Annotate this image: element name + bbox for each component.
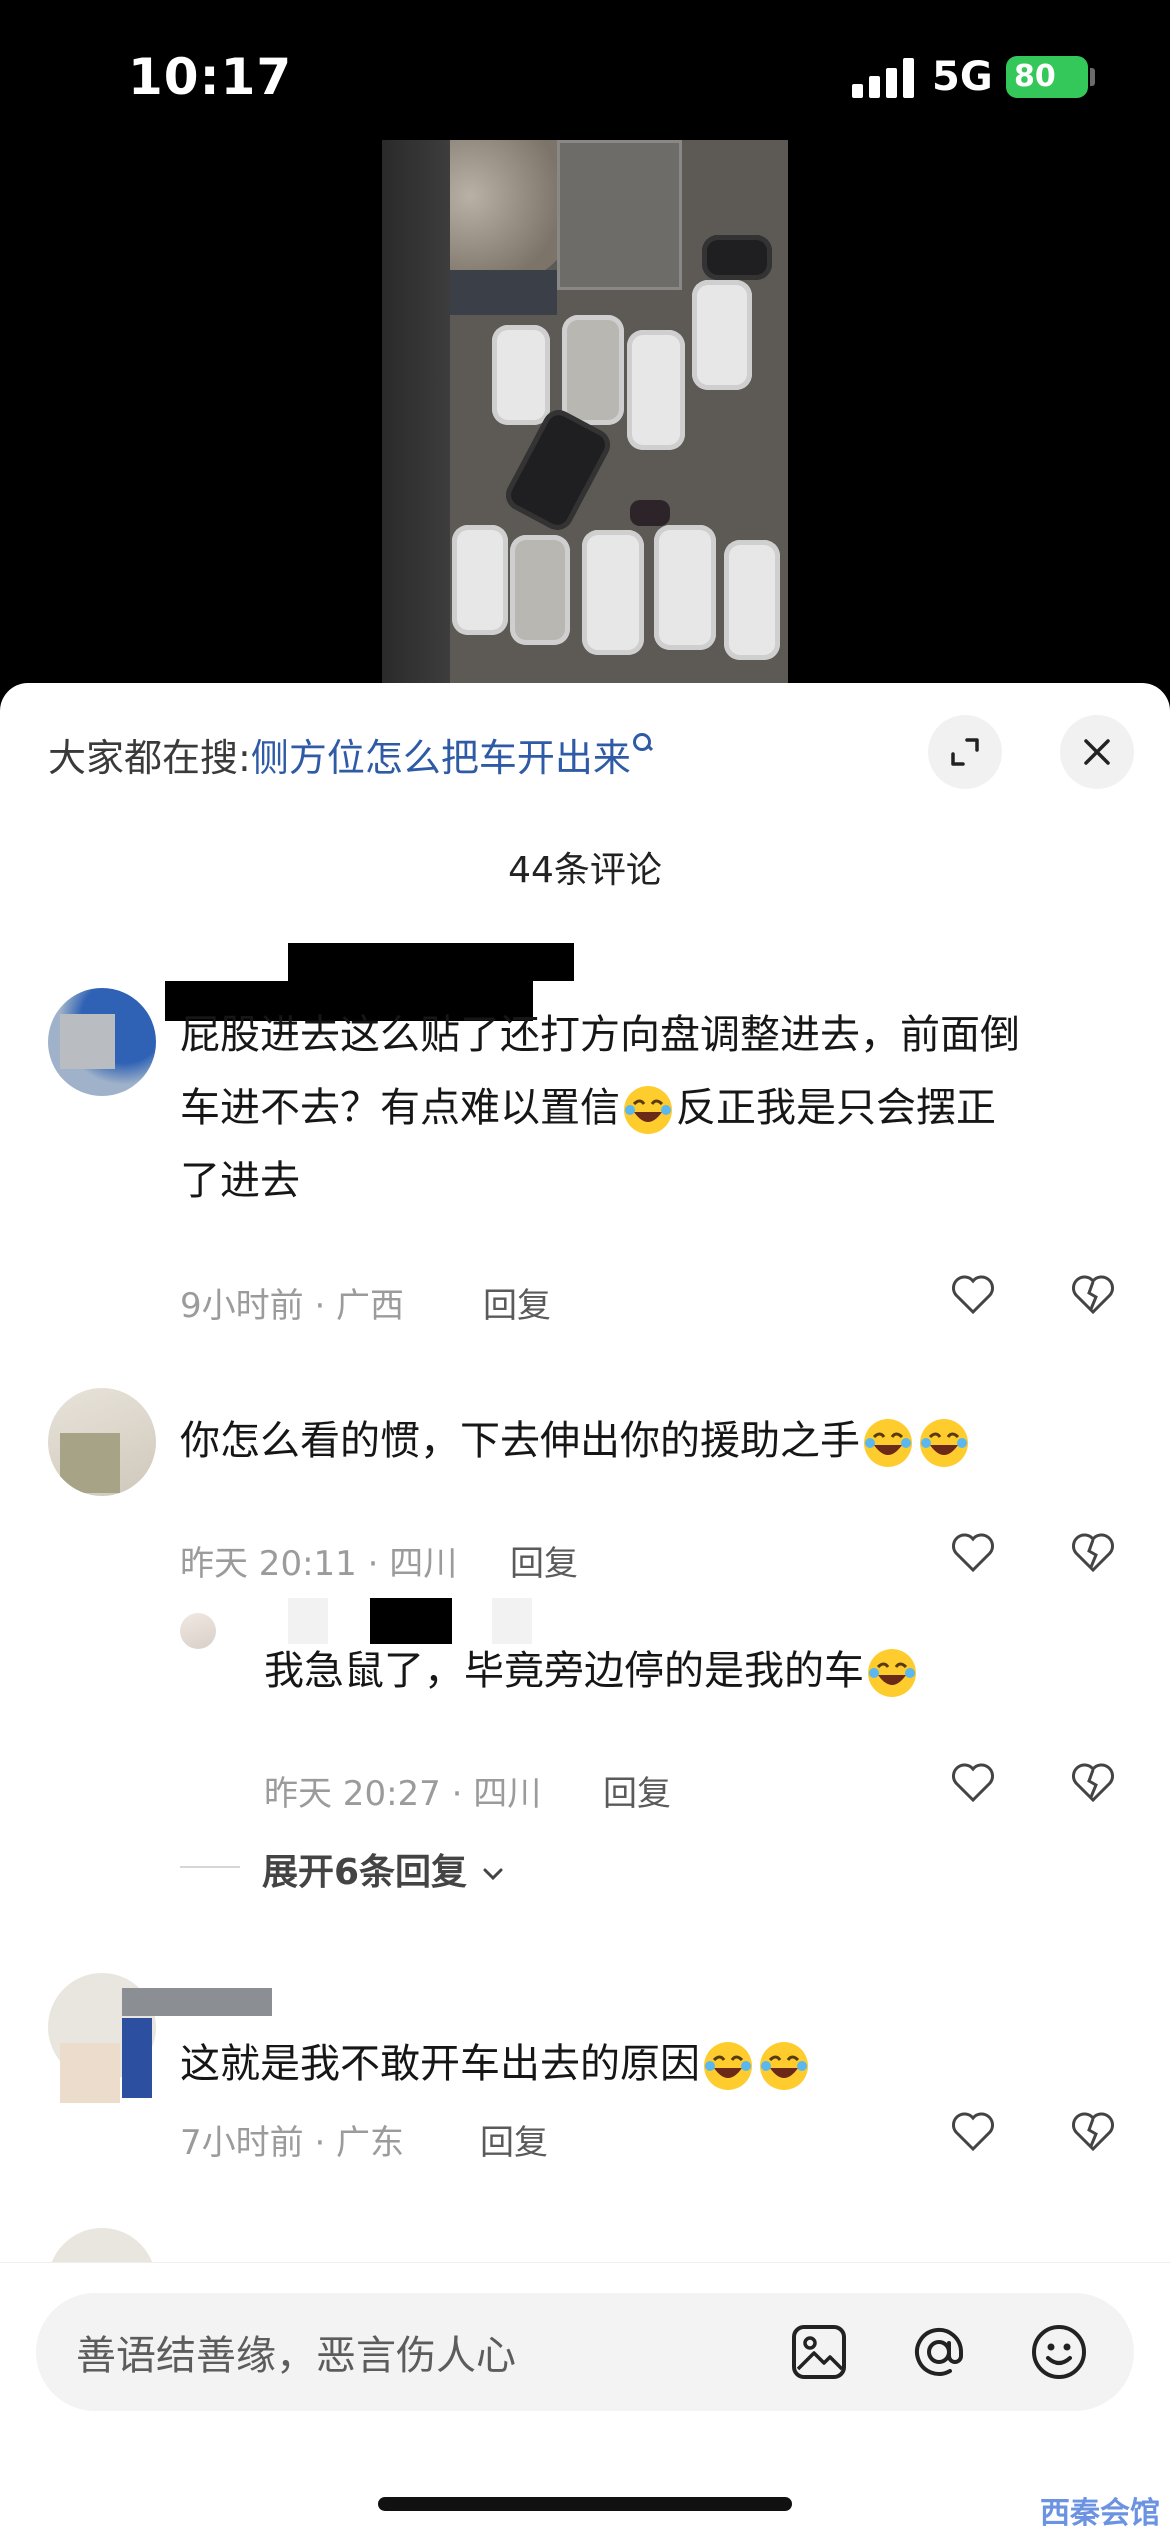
video-player[interactable] [382, 140, 788, 685]
image-icon[interactable] [788, 2321, 850, 2383]
close-icon [1084, 739, 1110, 765]
expand-replies-button[interactable]: 展开6条回复 [262, 1843, 506, 1895]
heart-icon[interactable] [948, 1269, 998, 1319]
close-button[interactable] [1060, 715, 1134, 789]
video-car [562, 315, 624, 425]
home-indicator [378, 2497, 792, 2511]
laugh-cry-emoji-icon [624, 1086, 672, 1134]
comment-body: 这就是我不敢开车出去的原因 [180, 2028, 1120, 2101]
battery-level: 80 [1006, 56, 1088, 98]
comment-line: 屁股进去这么贴了还打方向盘调整进去，前面倒 [180, 1012, 1020, 1058]
signal-icon [852, 58, 914, 98]
search-suggestion[interactable]: 大家都在搜:侧方位怎么把车开出来 [48, 727, 653, 782]
avatar[interactable] [48, 988, 156, 1096]
video-car [654, 525, 716, 650]
status-bar: 10:17 5G 80 [0, 0, 1170, 140]
search-prefix: 大家都在搜: [48, 736, 251, 780]
video-car [627, 330, 685, 450]
avatar-pixelation [122, 2018, 152, 2098]
laugh-cry-emoji-icon [760, 2042, 808, 2090]
avatar[interactable] [48, 1388, 156, 1496]
reply-body: 我急鼠了，毕竟旁边停的是我的车 [264, 1635, 1124, 1708]
reply-meta: 昨天 20:27 · 四川 [264, 1774, 542, 1814]
username-pixelation [122, 1988, 272, 2016]
video-car [510, 535, 570, 645]
input-placeholder: 善语结善缘，恶言伤人心 [76, 2333, 516, 2379]
avatar-pixelation [60, 2043, 120, 2103]
comment-body: 屁股进去这么贴了还打方向盘调整进去，前面倒 车进不去？有点难以置信 反正我是只会摆… [180, 999, 1120, 1218]
video-building [382, 140, 450, 685]
heart-icon[interactable] [948, 2106, 998, 2156]
broken-heart-icon[interactable] [1068, 1269, 1118, 1319]
laugh-cry-emoji-icon [868, 1649, 916, 1697]
video-car [702, 235, 772, 280]
video-scooter [630, 500, 670, 526]
watermark: 西秦会馆 [1040, 2496, 1160, 2531]
broken-heart-icon[interactable] [1068, 1757, 1118, 1807]
video-car [492, 325, 550, 425]
reply-button[interactable]: 回复 [480, 2115, 548, 2164]
reply-button[interactable]: 回复 [483, 1278, 551, 1327]
comment-count: 44条评论 [508, 850, 662, 891]
username-redacted [288, 943, 574, 981]
comment-sheet: 大家都在搜:侧方位怎么把车开出来 44条评论 屁股进去这么贴了还打方向盘调整进去… [0, 683, 1170, 2532]
reply-button[interactable]: 回复 [603, 1766, 671, 1815]
reply-button[interactable]: 回复 [510, 1536, 578, 1585]
chevron-down-icon [483, 1868, 503, 1881]
expand-icon [951, 738, 979, 766]
emoji-icon[interactable] [1028, 2321, 1090, 2383]
reply-avatar[interactable] [180, 1613, 216, 1649]
comment-line: 了进去 [180, 1158, 300, 1204]
comment-input[interactable]: 善语结善缘，恶言伤人心 [36, 2293, 1134, 2411]
expand-divider [180, 1866, 240, 1868]
video-wall [437, 270, 557, 315]
search-query-link[interactable]: 侧方位怎么把车开出来 [251, 736, 631, 780]
search-icon [631, 733, 653, 755]
avatar-pixelation [60, 1014, 115, 1069]
comment-meta: 昨天 20:11 · 四川 [180, 1544, 458, 1584]
status-time: 10:17 [128, 48, 293, 106]
laugh-cry-emoji-icon [704, 2042, 752, 2090]
laugh-cry-emoji-icon [864, 1419, 912, 1467]
comment-line: 车进不去？有点难以置信 反正我是只会摆正 [180, 1072, 1120, 1145]
network-type: 5G [932, 54, 993, 100]
broken-heart-icon[interactable] [1068, 1527, 1118, 1577]
video-car [692, 280, 752, 390]
comment-meta: 7小时前 · 广东 [180, 2123, 405, 2163]
comment-meta: 9小时前 · 广西 [180, 1286, 405, 1326]
heart-icon[interactable] [948, 1527, 998, 1577]
broken-heart-icon[interactable] [1068, 2106, 1118, 2156]
video-shed [557, 140, 682, 290]
comment-input-bar: 善语结善缘，恶言伤人心 [0, 2262, 1170, 2532]
video-car [452, 525, 508, 635]
laugh-cry-emoji-icon [920, 1419, 968, 1467]
comment-body: 你怎么看的惯，下去伸出你的援助之手 [180, 1405, 1120, 1478]
expand-button[interactable] [928, 715, 1002, 789]
battery-tip [1090, 68, 1095, 86]
avatar-pixelation [60, 1433, 120, 1493]
heart-icon[interactable] [948, 1757, 998, 1807]
video-car [724, 540, 780, 660]
video-car [582, 530, 644, 655]
at-icon[interactable] [908, 2321, 970, 2383]
